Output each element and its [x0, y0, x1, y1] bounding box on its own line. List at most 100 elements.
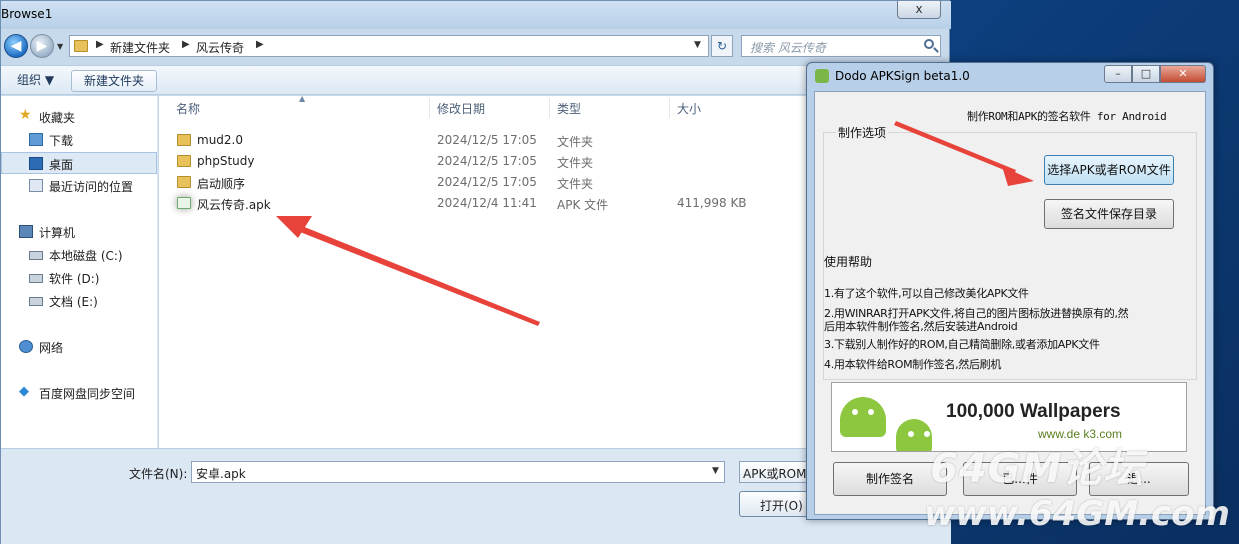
chevron-right-icon: ▶: [96, 39, 104, 50]
star-icon: ★: [19, 107, 32, 123]
chevron-right-icon: ▶: [182, 39, 190, 50]
nav-item-drive-e[interactable]: 文档 (E:): [1, 290, 157, 312]
cloud-icon: ◆: [19, 384, 29, 399]
nav-item-baidu-sync[interactable]: ◆ 百度网盘同步空间: [1, 382, 157, 404]
save-dir-button[interactable]: 签名文件保存目录: [1044, 199, 1174, 229]
file-date: 2024/12/5 17:05: [437, 133, 537, 147]
nav-item-label: 网络: [39, 341, 64, 355]
filename-label: 文件名(N):: [129, 467, 188, 481]
file-size: 411,998 KB: [677, 196, 747, 210]
watermark-url: www.64GM.com: [924, 494, 1230, 534]
file-date: 2024/12/5 17:05: [437, 175, 537, 189]
browse-title-bar: Browse1 x: [1, 1, 951, 29]
drive-icon: [29, 251, 43, 260]
file-type: 文件夹: [557, 156, 594, 170]
banner-text: 100,000 Wallpapers: [946, 401, 1121, 422]
file-name: 启动顺序: [197, 177, 246, 191]
nav-item-favorites[interactable]: ★ 收藏夹: [1, 106, 157, 128]
folder-icon: [177, 176, 191, 188]
options-group: 制作选项 选择APK或者ROM文件 签名文件保存目录 使用帮助 1.有了这个软件…: [823, 124, 1197, 380]
nav-item-downloads[interactable]: 下载: [1, 129, 157, 151]
apksign-subtitle: 制作ROM和APK的签名软件 for Android: [967, 110, 1167, 123]
refresh-button[interactable]: ↻: [711, 35, 733, 57]
file-date: 2024/12/5 17:05: [437, 154, 537, 168]
computer-icon: [19, 225, 33, 238]
new-folder-button[interactable]: 新建文件夹: [71, 70, 158, 92]
nav-item-label: 下载: [49, 134, 74, 148]
chevron-down-icon[interactable]: ▼: [694, 40, 701, 50]
open-button-label: 打开(O): [760, 499, 803, 513]
column-header-name[interactable]: 名称: [176, 100, 200, 117]
column-header-type[interactable]: 类型: [557, 100, 581, 117]
minimize-button[interactable]: –: [1104, 65, 1132, 83]
nav-item-drive-d[interactable]: 软件 (D:): [1, 267, 157, 289]
column-divider[interactable]: [549, 98, 550, 118]
navigation-bar: ◀ ▶ ▼ ▶ 新建文件夹 ▶ 风云传奇 ▶ ▼ ↻ 搜索 风云传奇: [1, 31, 951, 61]
chevron-down-icon[interactable]: ▼: [712, 466, 719, 476]
filename-value: 安卓.apk: [196, 467, 246, 481]
nav-item-label: 百度网盘同步空间: [39, 387, 136, 401]
nav-item-label: 软件 (D:): [49, 272, 100, 286]
browse-title: Browse1: [1, 7, 53, 21]
breadcrumb-new-folder[interactable]: 新建文件夹: [110, 39, 170, 56]
recent-places-icon: [29, 179, 43, 192]
column-header-size[interactable]: 大小: [677, 100, 701, 117]
options-group-title: 制作选项: [836, 124, 889, 141]
nav-item-label: 收藏夹: [39, 111, 76, 125]
help-title: 使用帮助: [824, 255, 873, 269]
android-mascot-icon: [896, 419, 932, 451]
file-type: 文件夹: [557, 135, 594, 149]
column-divider[interactable]: [669, 98, 670, 118]
search-input[interactable]: 搜索 风云传奇: [741, 35, 941, 57]
column-header-date[interactable]: 修改日期: [437, 100, 485, 117]
nav-item-label: 最近访问的位置: [49, 180, 134, 194]
apksign-title: Dodo APKSign beta1.0: [835, 69, 970, 83]
network-icon: [19, 340, 33, 353]
nav-item-label: 本地磁盘 (C:): [49, 249, 123, 263]
nav-item-computer[interactable]: 计算机: [1, 221, 157, 243]
filename-input[interactable]: 安卓.apk ▼: [191, 461, 725, 483]
maximize-button[interactable]: □: [1132, 65, 1160, 83]
navigation-pane: ★ 收藏夹 下载 桌面 最近访问的位置 计算机 本地磁盘 (C:) 软件 (D:…: [1, 96, 158, 448]
desktop-icon: [29, 157, 43, 170]
folder-icon: [74, 40, 88, 52]
help-line: 3.下载别人制作好的ROM,自己精简删除,或者添加APK文件: [824, 338, 1100, 351]
help-line: 4.用本软件给ROM制作签名,然后刷机: [824, 358, 1002, 371]
breadcrumb-fengyun[interactable]: 风云传奇: [196, 39, 244, 56]
file-name: phpStudy: [197, 154, 255, 168]
close-button[interactable]: ✕: [1160, 65, 1206, 83]
file-type: 文件夹: [557, 177, 594, 191]
filetype-value: APK或ROM: [743, 467, 807, 481]
organize-button[interactable]: 组织 ▼: [9, 70, 62, 92]
back-button[interactable]: ◀: [4, 34, 28, 58]
recent-pages-dropdown[interactable]: ▼: [57, 42, 63, 51]
nav-item-label: 文档 (E:): [49, 295, 98, 309]
column-divider[interactable]: [429, 98, 430, 118]
watermark-title: 64GM论坛: [930, 446, 1145, 492]
chevron-right-icon: ▶: [256, 39, 264, 50]
close-button[interactable]: x: [897, 1, 941, 19]
drive-icon: [29, 297, 43, 306]
folder-icon: [177, 134, 191, 146]
nav-item-network[interactable]: 网络: [1, 336, 157, 358]
search-placeholder: 搜索 风云传奇: [750, 41, 826, 55]
nav-item-label: 桌面: [49, 158, 74, 172]
android-mascot-icon: [840, 397, 886, 437]
nav-item-drive-c[interactable]: 本地磁盘 (C:): [1, 244, 157, 266]
search-icon: [924, 39, 934, 49]
apk-file-icon: [177, 197, 191, 209]
address-bar[interactable]: ▶ 新建文件夹 ▶ 风云传奇 ▶ ▼: [69, 35, 709, 57]
help-line: 1.有了这个软件,可以自己修改美化APK文件: [824, 287, 1029, 300]
apksign-title-bar: Dodo APKSign beta1.0 – □ ✕: [807, 63, 1213, 89]
nav-item-recent[interactable]: 最近访问的位置: [1, 175, 157, 197]
sort-ascending-icon: ▲: [299, 94, 306, 103]
nav-item-desktop[interactable]: 桌面: [1, 152, 157, 174]
help-line: 后用本软件制作签名,然后安装进Android: [824, 320, 1018, 333]
android-logo-icon: [815, 69, 829, 83]
select-apk-button[interactable]: 选择APK或者ROM文件: [1044, 155, 1174, 185]
folder-icon: [177, 155, 191, 167]
file-name: 风云传奇.apk: [197, 198, 271, 212]
file-name: mud2.0: [197, 133, 243, 147]
download-folder-icon: [29, 133, 43, 146]
forward-button[interactable]: ▶: [30, 34, 54, 58]
